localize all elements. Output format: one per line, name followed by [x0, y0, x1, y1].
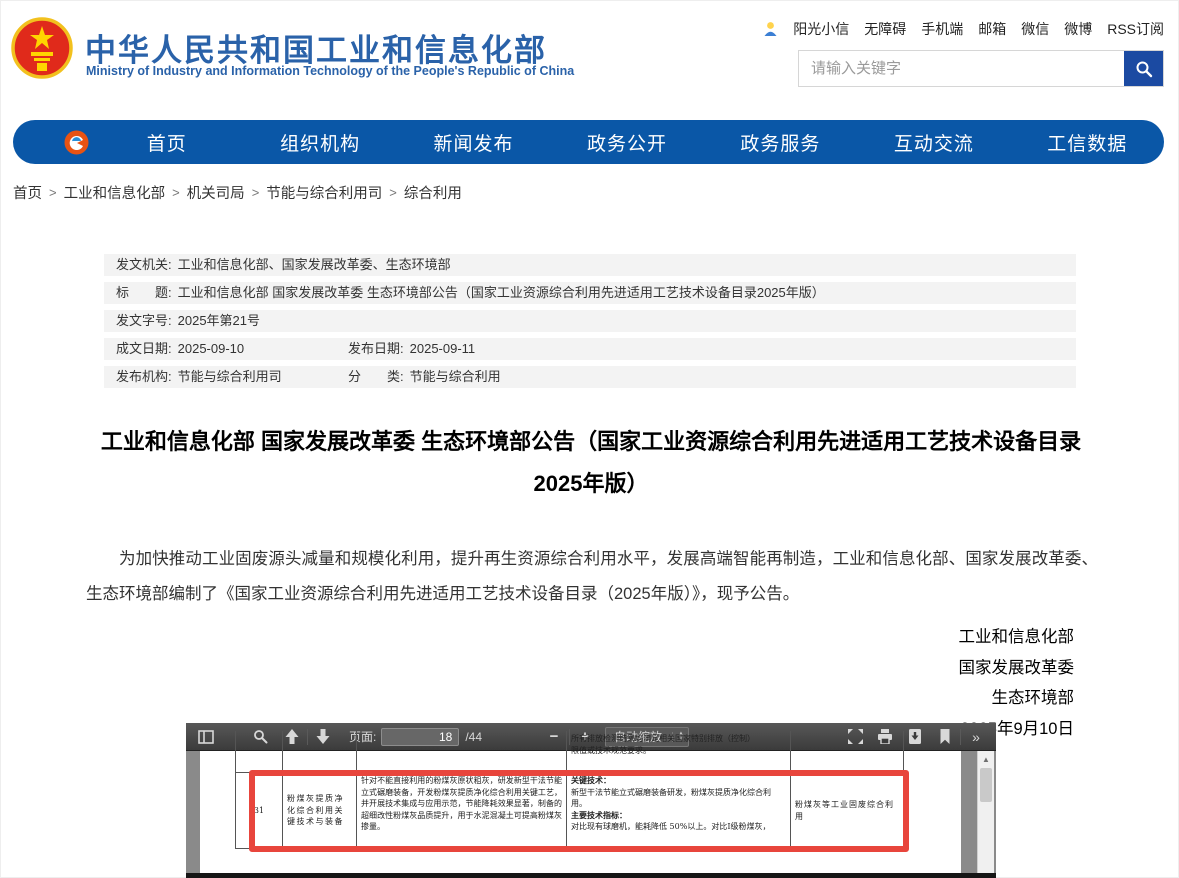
bookmark-icon	[939, 729, 951, 744]
meta-label: 标 题:	[116, 285, 172, 300]
breadcrumb-miit[interactable]: 工业和信息化部	[64, 182, 166, 203]
breadcrumb-energy-dept[interactable]: 节能与综合利用司	[266, 182, 382, 203]
link-weibo[interactable]: 微博	[1064, 19, 1092, 39]
link-rss[interactable]: RSS订阅	[1107, 19, 1164, 39]
breadcrumb-separator: >	[252, 185, 260, 200]
article-paragraph: 为加快推动工业固废源头减量和规模化利用，提升再生资源综合利用水平，发展高端智能再…	[86, 542, 1098, 613]
pdf-page-view: 所有排放检测结果均满足相关国家特别排放（控制） 限值或技术规范要求。 31 粉煤…	[186, 751, 996, 878]
signature-line: 工业和信息化部	[959, 622, 1075, 653]
meta-row-doc-number: 发文字号: 2025年第21号	[104, 310, 1076, 332]
nav-item-gov-affairs[interactable]: 政务公开	[550, 129, 703, 156]
nav-item-data[interactable]: 工信数据	[1011, 129, 1164, 156]
download-icon	[908, 729, 922, 744]
link-mail[interactable]: 邮箱	[978, 19, 1006, 39]
meta-label: 发文字号:	[116, 313, 172, 328]
breadcrumb-separator: >	[172, 185, 180, 200]
meta-row-publisher: 发布机构: 节能与综合利用司 分 类: 节能与综合利用	[104, 366, 1076, 388]
red-highlight-box	[249, 770, 909, 852]
meta-row-issuing-agency: 发文机关: 工业和信息化部、国家发展改革委、生态环境部	[104, 254, 1076, 276]
sidebar-toggle-button[interactable]	[194, 726, 218, 748]
pdf-bottom-edge	[186, 873, 996, 878]
link-mobile[interactable]: 手机端	[921, 19, 963, 39]
nav-item-news[interactable]: 新闻发布	[397, 129, 550, 156]
meta-value: 2025-09-11	[410, 341, 476, 356]
table-cell	[235, 731, 282, 773]
scroll-up-arrow-icon[interactable]: ▲	[978, 751, 994, 767]
miit-gear-icon	[63, 129, 90, 156]
pdf-scrollbar[interactable]: ▲	[977, 751, 994, 873]
nav-item-gov-services[interactable]: 政务服务	[704, 129, 857, 156]
meta-label: 分 类:	[348, 369, 404, 384]
search-bar	[798, 50, 1164, 87]
link-wechat[interactable]: 微信	[1021, 19, 1049, 39]
nav-item-interaction[interactable]: 互动交流	[857, 129, 1010, 156]
meta-label: 发布日期:	[348, 341, 404, 356]
more-tools-button[interactable]: »	[964, 726, 988, 748]
link-yangguangxiaoxin[interactable]: 阳光小信	[793, 19, 849, 39]
breadcrumb-departments[interactable]: 机关司局	[187, 182, 245, 203]
meta-value: 2025年第21号	[178, 313, 260, 328]
search-button[interactable]	[1124, 51, 1163, 86]
download-button[interactable]	[903, 726, 927, 748]
meta-value: 工业和信息化部 国家发展改革委 生态环境部公告（国家工业资源综合利用先进适用工艺…	[178, 285, 825, 300]
table-cell	[356, 731, 566, 773]
meta-value: 节能与综合利用司	[178, 369, 282, 384]
nav-item-home[interactable]: 首页	[90, 129, 243, 156]
sidebar-toggle-icon	[198, 730, 214, 744]
meta-label: 发文机关:	[116, 257, 172, 272]
national-emblem	[11, 14, 73, 84]
meta-value: 节能与综合利用	[410, 369, 501, 384]
signature-line: 生态环境部	[959, 683, 1075, 714]
nav-item-organization[interactable]: 组织机构	[243, 129, 396, 156]
bookmark-button[interactable]	[933, 726, 957, 748]
breadcrumb: 首页 > 工业和信息化部 > 机关司局 > 节能与综合利用司 > 综合利用	[13, 182, 462, 203]
breadcrumb-comprehensive-use[interactable]: 综合利用	[404, 182, 462, 203]
search-input[interactable]	[799, 51, 1124, 86]
meta-row-title: 标 题: 工业和信息化部 国家发展改革委 生态环境部公告（国家工业资源综合利用先进…	[104, 282, 1076, 304]
document-meta: 发文机关: 工业和信息化部、国家发展改革委、生态环境部 标 题: 工业和信息化部 国…	[104, 254, 1076, 394]
breadcrumb-separator: >	[49, 185, 57, 200]
signature-line: 国家发展改革委	[959, 653, 1075, 684]
page: 中华人民共和国工业和信息化部 Ministry of Industry and …	[0, 0, 1179, 878]
site-subtitle: Ministry of Industry and Information Tec…	[86, 64, 574, 78]
table-cell	[790, 731, 904, 773]
main-nav: 首页 组织机构 新闻发布 政务公开 政务服务 互动交流 工信数据	[13, 120, 1164, 164]
toolbar-separator	[960, 729, 961, 745]
breadcrumb-home[interactable]: 首页	[13, 182, 42, 203]
breadcrumb-separator: >	[389, 185, 397, 200]
more-tools-icon: »	[972, 729, 980, 745]
table-cell	[282, 731, 356, 773]
table-cell-partial-text: 所有排放检测结果均满足相关国家特别排放（控制） 限值或技术规范要求。	[566, 731, 790, 773]
link-accessibility[interactable]: 无障碍	[864, 19, 906, 39]
article-title: 工业和信息化部 国家发展改革委 生态环境部公告（国家工业资源综合利用先进适用工艺…	[91, 421, 1091, 505]
sunshine-mascot-icon	[763, 21, 778, 38]
meta-value: 2025-09-10	[178, 341, 245, 356]
search-icon	[1135, 60, 1153, 78]
meta-label: 成文日期:	[116, 341, 172, 356]
top-utility-links: 阳光小信 无障碍 手机端 邮箱 微信 微博 RSS订阅	[763, 19, 1164, 39]
pdf-viewer: 页面: /44 − + 自动缩放 ▲▼	[186, 723, 996, 878]
meta-label: 发布机构:	[116, 369, 172, 384]
meta-row-dates: 成文日期: 2025-09-10 发布日期: 2025-09-11	[104, 338, 1076, 360]
meta-value: 工业和信息化部、国家发展改革委、生态环境部	[178, 257, 451, 272]
scrollbar-thumb[interactable]	[980, 768, 992, 802]
